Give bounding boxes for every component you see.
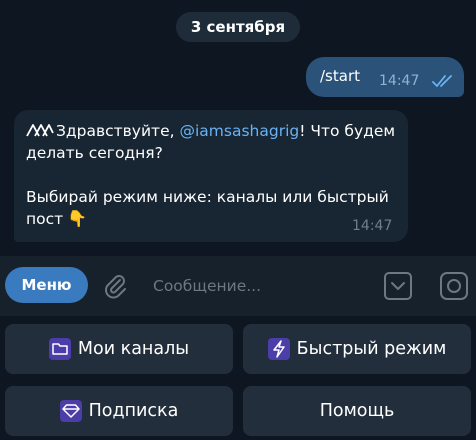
bot-keyboard: Мои каналы Быстрый режим Подписка Помощь: [0, 316, 476, 440]
my-channels-button[interactable]: Мои каналы: [5, 324, 233, 374]
message-line-4: пост: [26, 210, 64, 228]
incoming-message[interactable]: Здравствуйте, @iamsashagrig! Что будем д…: [14, 110, 408, 242]
fast-mode-label: Быстрый режим: [296, 339, 447, 359]
message-line-2: делать сегодня?: [26, 144, 163, 162]
outgoing-message-text: /start: [320, 67, 360, 85]
subscription-button[interactable]: Подписка: [5, 386, 233, 436]
menu-button[interactable]: Меню: [5, 267, 88, 303]
message-input[interactable]: [153, 272, 373, 300]
outgoing-message[interactable]: /start 14:47: [306, 57, 464, 97]
help-button[interactable]: Помощь: [243, 386, 471, 436]
greeting-prefix: Здравствуйте,: [56, 122, 180, 140]
gem-icon: [59, 400, 82, 422]
message-line-4-wrap: пост 👇: [26, 208, 402, 230]
subscription-label: Подписка: [88, 401, 179, 421]
user-mention-link[interactable]: @iamsashagrig: [179, 122, 299, 140]
double-check-icon: [432, 75, 452, 87]
greeting-line: Здравствуйте, @iamsashagrig! Что будем: [26, 120, 402, 142]
message-line-3: Выбирай режим ниже: каналы или быстрый: [26, 188, 389, 206]
message-composer: Меню: [0, 256, 476, 316]
incoming-message-text: Здравствуйте, @iamsashagrig! Что будем д…: [26, 120, 402, 230]
outgoing-message-time: 14:47: [379, 73, 420, 89]
fast-mode-button[interactable]: Быстрый режим: [243, 324, 471, 374]
bot-logo-icon: [26, 124, 54, 137]
incoming-message-time: 14:47: [352, 218, 393, 234]
my-channels-label: Мои каналы: [77, 339, 190, 359]
camera-icon[interactable]: [439, 271, 469, 301]
keyboard-toggle-icon[interactable]: [383, 271, 413, 301]
help-label: Помощь: [319, 401, 395, 421]
lightning-icon: [267, 338, 290, 360]
pointing-down-emoji: 👇: [67, 209, 88, 228]
greeting-suffix: ! Что будем: [299, 122, 396, 140]
folder-icon: [48, 338, 71, 360]
paperclip-icon[interactable]: [100, 271, 130, 301]
date-separator: 3 сентября: [176, 12, 300, 42]
chat-area: 3 сентября /start 14:47 Здравствуйте, @i…: [0, 0, 476, 256]
